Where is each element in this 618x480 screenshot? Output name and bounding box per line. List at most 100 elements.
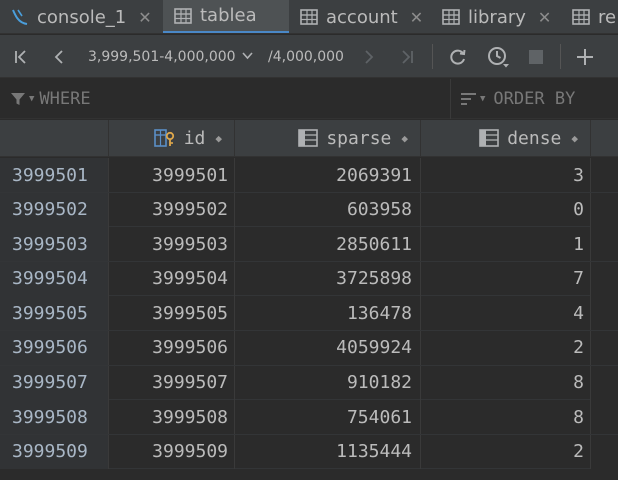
row-number[interactable]: 3999509 (0, 434, 109, 469)
first-page-button[interactable] (8, 35, 34, 78)
table-icon (571, 7, 591, 27)
close-icon[interactable]: ✕ (138, 8, 151, 27)
tab-label: tablea (200, 5, 257, 26)
row-filler (591, 434, 618, 469)
sort-toggle-icon[interactable]: ◆ (215, 132, 222, 145)
column-header-sparse[interactable]: sparse ◆ (235, 120, 421, 157)
add-row-button[interactable] (573, 35, 597, 78)
history-button[interactable] (484, 35, 512, 78)
sort-toggle-icon[interactable]: ◆ (401, 132, 408, 145)
cell-dense[interactable]: 7 (421, 261, 591, 296)
grid-corner[interactable] (0, 120, 109, 157)
cell-dense[interactable]: 3 (421, 158, 591, 192)
cell-id[interactable]: 3999501 (109, 158, 235, 192)
chevron-right-icon (365, 49, 374, 64)
row-filler (591, 296, 618, 331)
table-row[interactable]: 3999505 3999505 136478 4 (0, 296, 618, 331)
cell-sparse[interactable]: 136478 (235, 296, 421, 331)
row-number[interactable]: 3999503 (0, 227, 109, 262)
total-rows: /4,000,000 (268, 48, 344, 65)
where-placeholder: WHERE (39, 89, 91, 109)
data-grid: id ◆ sparse ◆ dense ◆ 3999501 3999501 20… (0, 120, 618, 480)
column-header-dense[interactable]: dense ◆ (421, 120, 591, 157)
chevron-down-icon (241, 50, 253, 63)
column-icon (298, 129, 319, 147)
row-filler (591, 330, 618, 365)
console-icon (10, 7, 30, 27)
cell-dense[interactable]: 8 (421, 400, 591, 435)
stop-icon (529, 49, 543, 64)
cell-id[interactable]: 3999502 (109, 192, 235, 227)
order-by-input[interactable]: ▼ ORDER BY (460, 79, 575, 119)
cell-id[interactable]: 3999505 (109, 296, 235, 331)
cell-sparse[interactable]: 2850611 (235, 227, 421, 262)
table-row[interactable]: 3999501 3999501 2069391 3 (0, 158, 618, 193)
tab-library[interactable]: library ✕ (431, 0, 561, 33)
table-row[interactable]: 3999503 3999503 2850611 1 (0, 227, 618, 262)
table-icon (173, 6, 193, 26)
page-range-select[interactable]: 3,999,501-4,000,000 (88, 35, 253, 78)
cell-id[interactable]: 3999508 (109, 400, 235, 435)
primary-key-column-icon (153, 129, 174, 147)
column-label: dense (507, 127, 562, 149)
cell-dense[interactable]: 4 (421, 296, 591, 331)
refresh-button[interactable] (445, 35, 471, 78)
filter-divider (450, 79, 451, 119)
page-range-value: 3,999,501-4,000,000 (88, 48, 236, 65)
row-number[interactable]: 3999508 (0, 400, 109, 435)
table-row[interactable]: 3999508 3999508 754061 8 (0, 400, 618, 435)
plus-icon (577, 48, 593, 65)
filter-icon (11, 93, 25, 105)
close-icon[interactable]: ✕ (538, 8, 551, 27)
cell-id[interactable]: 3999504 (109, 261, 235, 296)
cell-dense[interactable]: 8 (421, 365, 591, 400)
row-number[interactable]: 3999505 (0, 296, 109, 331)
cell-id[interactable]: 3999509 (109, 434, 235, 469)
row-filler (591, 400, 618, 435)
cell-sparse[interactable]: 3725898 (235, 261, 421, 296)
cell-sparse[interactable]: 4059924 (235, 330, 421, 365)
editor-tab-bar: console_1 ✕ tablea account ✕ library ✕ r… (0, 0, 618, 34)
table-row[interactable]: 3999504 3999504 3725898 7 (0, 261, 618, 297)
last-page-button[interactable] (394, 35, 420, 78)
row-number[interactable]: 3999502 (0, 192, 109, 227)
row-number[interactable]: 3999506 (0, 330, 109, 365)
cell-id[interactable]: 3999503 (109, 227, 235, 262)
stop-button[interactable] (525, 35, 547, 78)
tab-account[interactable]: account ✕ (289, 0, 431, 33)
table-icon (441, 7, 461, 27)
table-row[interactable]: 3999507 3999507 910182 8 (0, 365, 618, 401)
next-page-button[interactable] (357, 35, 381, 78)
column-header-id[interactable]: id ◆ (109, 120, 235, 157)
row-filler (591, 192, 618, 227)
row-number[interactable]: 3999507 (0, 365, 109, 400)
cell-dense[interactable]: 0 (421, 192, 591, 227)
cell-id[interactable]: 3999507 (109, 365, 235, 400)
cell-dense[interactable]: 2 (421, 330, 591, 365)
row-number[interactable]: 3999504 (0, 261, 109, 296)
tab-console[interactable]: console_1 ✕ (0, 0, 163, 33)
row-number[interactable]: 3999501 (0, 158, 109, 192)
table-row[interactable]: 3999502 3999502 603958 0 (0, 192, 618, 228)
tab-tablea[interactable]: tablea (163, 0, 289, 33)
table-row[interactable]: 3999509 3999509 1135444 2 (0, 434, 618, 470)
where-filter-input[interactable]: ▼ WHERE (10, 79, 91, 119)
tab-label: console_1 (37, 6, 127, 28)
cell-sparse[interactable]: 1135444 (235, 434, 421, 469)
cell-sparse[interactable]: 2069391 (235, 158, 421, 192)
clock-icon (488, 46, 509, 67)
previous-page-button[interactable] (46, 35, 72, 78)
sort-toggle-icon[interactable]: ◆ (571, 132, 578, 145)
cell-sparse[interactable]: 910182 (235, 365, 421, 400)
order-by-placeholder: ORDER BY (493, 89, 576, 109)
column-icon (479, 129, 499, 147)
table-row[interactable]: 3999506 3999506 4059924 2 (0, 330, 618, 366)
cell-sparse[interactable]: 754061 (235, 400, 421, 435)
cell-dense[interactable]: 1 (421, 227, 591, 262)
header-filler (591, 120, 618, 157)
cell-dense[interactable]: 2 (421, 434, 591, 469)
cell-sparse[interactable]: 603958 (235, 192, 421, 227)
close-icon[interactable]: ✕ (410, 8, 423, 27)
tab-re[interactable]: re (561, 0, 618, 33)
cell-id[interactable]: 3999506 (109, 330, 235, 365)
